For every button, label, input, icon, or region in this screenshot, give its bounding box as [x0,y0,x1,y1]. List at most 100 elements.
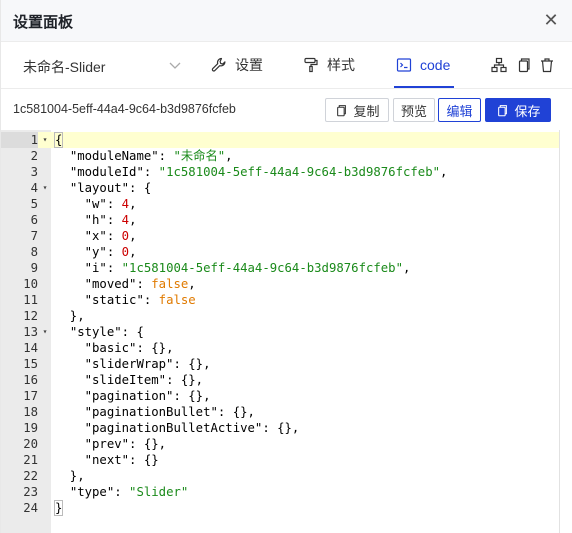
line-number: 12 [23,309,38,323]
delete-icon[interactable] [539,57,555,73]
copy-button[interactable]: 复制 [325,98,389,122]
copy-icon [498,104,508,116]
code-line[interactable]: 24} [1,500,559,516]
code-text: { [53,132,64,148]
code-line[interactable]: 23 "type": "Slider" [1,484,559,500]
fold-toggle-icon[interactable]: ▾ [40,324,50,340]
code-line[interactable]: 14 "basic": {}, [1,340,559,356]
fold-toggle-icon[interactable]: ▾ [40,132,50,148]
code-text: "layout": { [69,181,152,195]
edit-button[interactable]: 编辑 [438,98,481,122]
module-select-value: 未命名-Slider [23,59,106,75]
panel-header: 设置面板 ✕ [1,0,572,42]
code-text: "moved": false, [84,277,196,291]
line-number: 6 [30,213,38,227]
code-editor[interactable]: 1 ▾{2 "moduleName": "未命名", 3 "moduleId": "… [1,130,572,533]
code-text: }, [55,309,85,323]
save-button[interactable]: 保存 [485,98,551,122]
tab-style-label: 样式 [327,57,355,73]
line-number: 18 [23,405,38,419]
code-line[interactable]: 18 "paginationBullet": {}, [1,404,559,420]
code-line[interactable]: 19 "paginationBulletActive": {}, [1,420,559,436]
line-number: 4 [30,181,38,195]
code-text: "static": false [84,293,196,307]
tab-settings-label: 设置 [235,57,263,73]
preview-button[interactable]: 预览 [393,98,435,122]
code-text: "moduleName": "未命名", [69,149,233,163]
code-line[interactable]: 2 "moduleName": "未命名", [1,148,559,164]
line-number: 14 [23,341,38,355]
line-number: 23 [23,485,38,499]
code-line[interactable]: 11 "static": false [1,292,559,308]
code-line[interactable]: 15 "sliderWrap": {}, [1,356,559,372]
line-number: 21 [23,453,38,467]
code-line[interactable]: 20 "prev": {}, [1,436,559,452]
code-text: "i": "1c581004-5eff-44a4-9c64-b3d9876fcf… [84,261,411,275]
copy-icon[interactable] [515,57,531,73]
hierarchy-icon[interactable] [491,57,507,73]
module-uuid: 1c581004-5eff-44a4-9c64-b3d9876fcfeb [13,102,236,116]
code-line[interactable]: 16 "slideItem": {}, [1,372,559,388]
close-icon[interactable]: ✕ [541,10,561,30]
code-text: "moduleId": "1c581004-5eff-44a4-9c64-b3d… [69,165,448,179]
code-line[interactable]: 6 "h": 4, [1,212,559,228]
save-button-label: 保存 [514,103,541,119]
tab-code-label: code [420,57,451,73]
code-line[interactable]: 10 "moved": false, [1,276,559,292]
paint-roller-icon [304,57,318,73]
tab-style[interactable]: 样式 [303,53,355,77]
code-text: "prev": {}, [84,437,167,451]
code-text: "w": 4, [84,197,137,211]
line-number: 24 [23,501,38,515]
active-tab-indicator [394,86,454,88]
code-line[interactable]: 17 "pagination": {}, [1,388,559,404]
line-number: 7 [30,229,38,243]
code-line[interactable]: 22 }, [1,468,559,484]
code-line[interactable]: 21 "next": {} [1,452,559,468]
code-text: } [53,500,64,516]
line-number: 9 [30,261,38,275]
line-number: 10 [23,277,38,291]
chevron-down-icon [169,62,181,69]
toolbar: 未命名-Slider 设置 样式 code [1,43,572,89]
code-line[interactable]: 9 "i": "1c581004-5eff-44a4-9c64-b3d9876f… [1,260,559,276]
code-line[interactable]: 8 "y": 0, [1,244,559,260]
code-line[interactable]: 13 ▾ "style": { [1,324,559,340]
code-line[interactable]: 3 "moduleId": "1c581004-5eff-44a4-9c64-b… [1,164,559,180]
line-number: 15 [23,357,38,371]
code-text: "pagination": {}, [84,389,211,403]
fold-toggle-icon[interactable]: ▾ [40,180,50,196]
code-text: "x": 0, [84,229,137,243]
line-number: 8 [30,245,38,259]
module-select[interactable]: 未命名-Slider [13,51,187,81]
code-line[interactable]: 4 ▾ "layout": { [1,180,559,196]
code-text: "paginationBullet": {}, [84,405,255,419]
code-text: "y": 0, [84,245,137,259]
code-line[interactable]: 5 "w": 4, [1,196,559,212]
code-text: "paginationBulletActive": {}, [84,421,300,435]
wrench-icon [211,57,226,72]
edit-button-label: 编辑 [446,103,473,119]
code-text: "type": "Slider" [69,485,189,499]
code-text: "slideItem": {}, [84,373,204,387]
settings-panel: 设置面板 ✕ 未命名-Slider 设置 样式 code 1c581004-5e… [0,0,572,533]
line-number: 20 [23,437,38,451]
line-number: 13 [23,325,38,339]
line-number: 22 [23,469,38,483]
line-number: 5 [30,197,38,211]
line-number: 2 [30,149,38,163]
tab-settings[interactable]: 设置 [211,53,263,77]
code-line[interactable]: 12 }, [1,308,559,324]
tab-code[interactable]: code [396,53,450,77]
code-line[interactable]: 1 ▾{ [1,132,559,148]
line-number: 19 [23,421,38,435]
terminal-icon [396,58,412,72]
vertical-scrollbar[interactable] [559,130,572,533]
code-line[interactable]: 7 "x": 0, [1,228,559,244]
preview-button-label: 预览 [400,103,427,119]
line-number: 16 [23,373,38,387]
line-number: 11 [23,293,38,307]
copy-icon [337,104,347,116]
code-text: "h": 4, [84,213,137,227]
line-number: 17 [23,389,38,403]
